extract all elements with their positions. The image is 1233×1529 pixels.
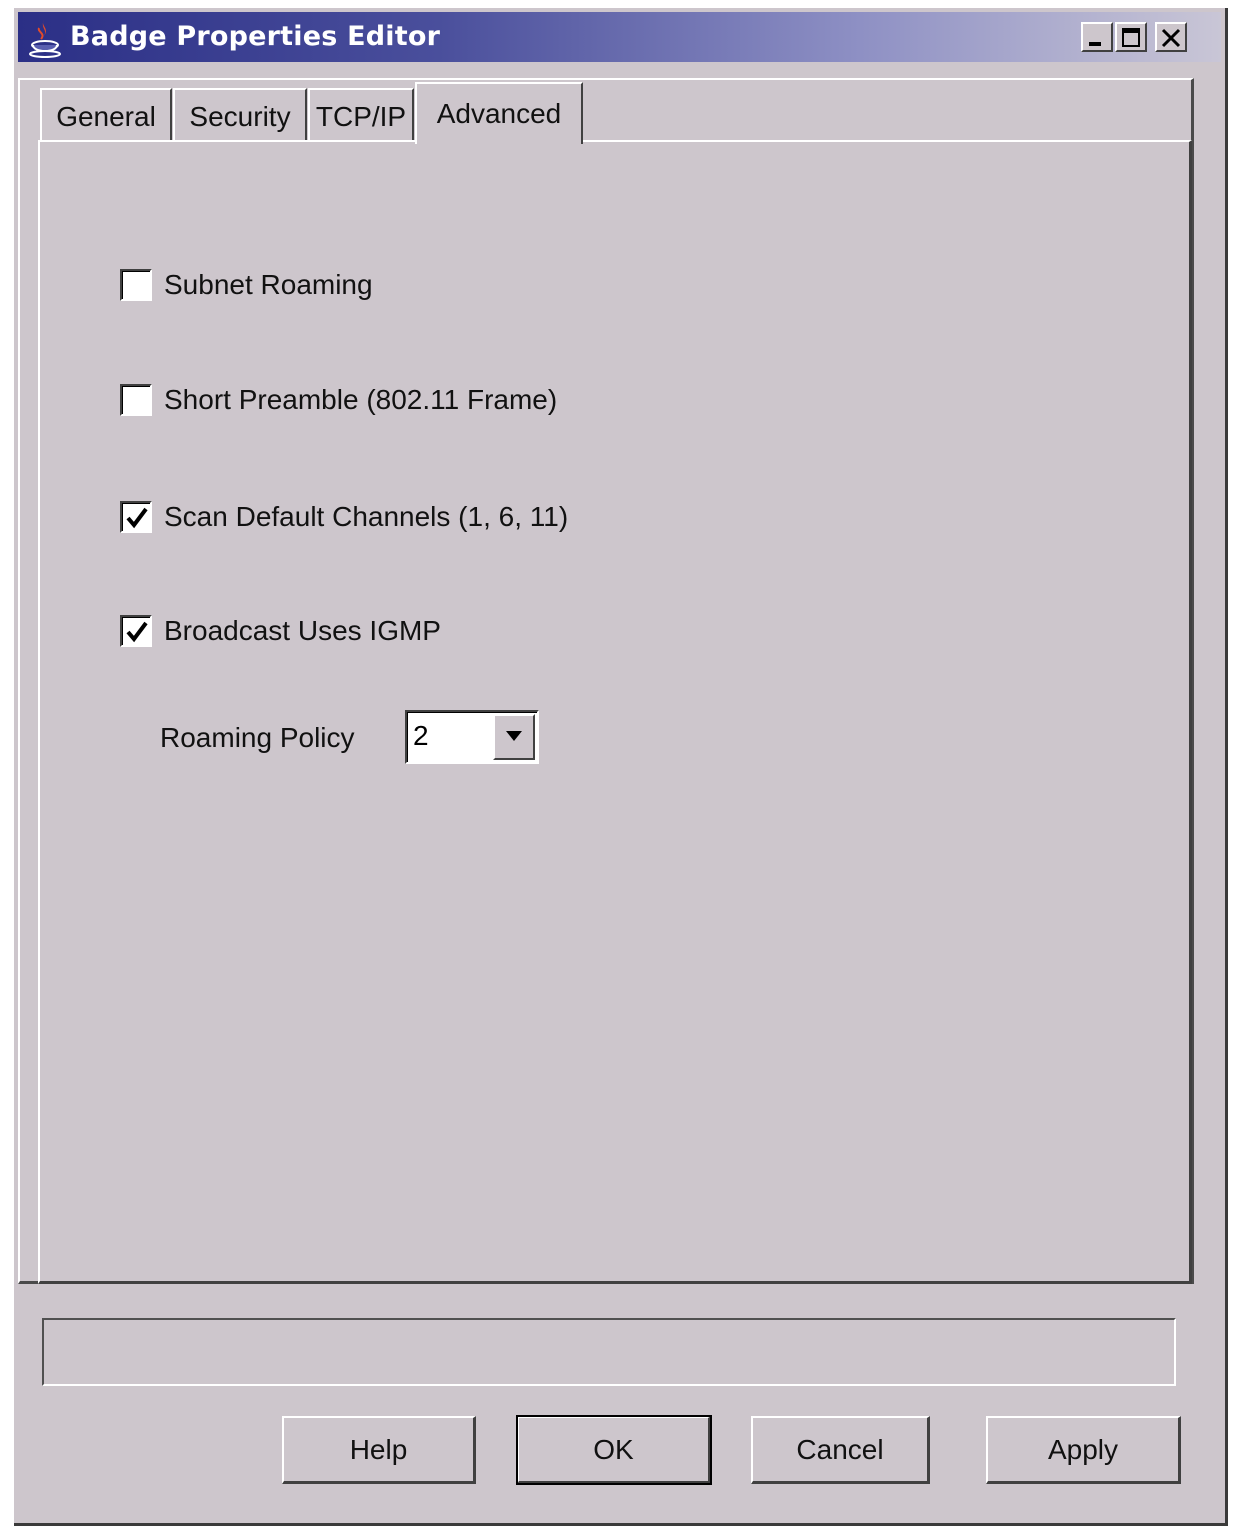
checkmark-icon — [126, 507, 148, 529]
chevron-down-icon — [506, 731, 522, 741]
status-field — [42, 1318, 1176, 1386]
short-preamble-checkbox[interactable] — [120, 384, 152, 416]
maximize-icon — [1122, 28, 1140, 47]
roaming-policy-select[interactable]: 2 — [405, 710, 539, 764]
broadcast-igmp-checkbox[interactable] — [120, 615, 152, 647]
close-button[interactable] — [1155, 22, 1187, 52]
tab-tcpip[interactable]: TCP/IP — [308, 88, 414, 142]
subnet-roaming-label: Subnet Roaming — [164, 269, 373, 300]
tab-general[interactable]: General — [40, 88, 172, 142]
short-preamble-label: Short Preamble (802.11 Frame) — [164, 384, 558, 415]
option-subnet-roaming[interactable]: Subnet Roaming — [120, 268, 373, 302]
scan-default-channels-checkbox[interactable] — [120, 501, 152, 533]
tab-advanced[interactable]: Advanced — [415, 82, 583, 144]
help-button[interactable]: Help — [282, 1416, 476, 1484]
roaming-policy-value: 2 — [413, 720, 429, 751]
window-title: Badge Properties Editor — [70, 21, 441, 52]
roaming-policy-dropdown-button[interactable] — [493, 714, 535, 760]
active-tab-joiner — [417, 138, 579, 144]
title-bar[interactable]: Badge Properties Editor — [18, 12, 1221, 62]
close-icon — [1161, 28, 1181, 48]
java-app-icon — [29, 20, 61, 58]
tab-security[interactable]: Security — [173, 88, 307, 142]
advanced-tab-content — [38, 140, 1192, 1284]
broadcast-igmp-label: Broadcast Uses IGMP — [164, 615, 441, 646]
minimize-button[interactable] — [1081, 22, 1113, 52]
option-short-preamble[interactable]: Short Preamble (802.11 Frame) — [120, 383, 557, 417]
scan-default-channels-label: Scan Default Channels (1, 6, 11) — [164, 501, 569, 532]
cancel-button[interactable]: Cancel — [751, 1416, 930, 1484]
ok-button[interactable]: OK — [516, 1415, 712, 1485]
option-broadcast-igmp[interactable]: Broadcast Uses IGMP — [120, 614, 441, 648]
option-scan-default-channels[interactable]: Scan Default Channels (1, 6, 11) — [120, 500, 568, 534]
subnet-roaming-checkbox[interactable] — [120, 269, 152, 301]
checkmark-icon — [126, 621, 148, 643]
apply-button[interactable]: Apply — [986, 1416, 1181, 1484]
maximize-button[interactable] — [1115, 22, 1147, 52]
roaming-policy-label: Roaming Policy — [160, 722, 355, 753]
minimize-icon — [1089, 42, 1101, 46]
